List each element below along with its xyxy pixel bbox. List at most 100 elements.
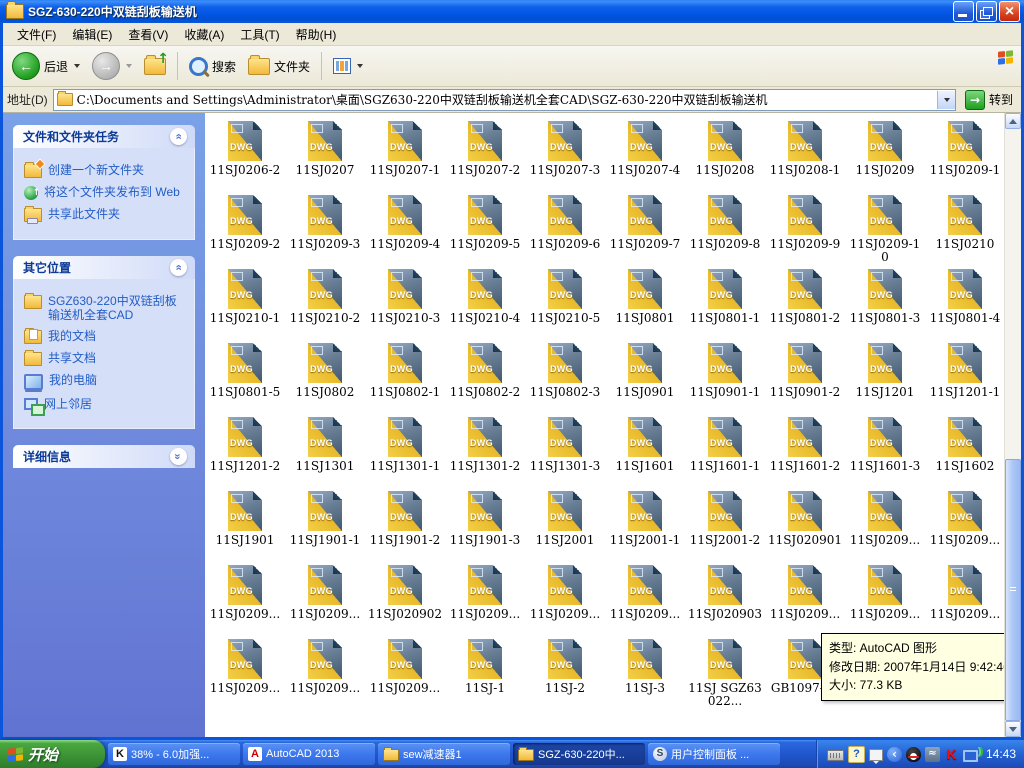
file-item[interactable]: DWG 11SJ0209...	[845, 491, 925, 565]
sidebar-item-new-folder[interactable]: 创建一个新文件夹	[24, 163, 186, 178]
file-item[interactable]: DWG 11SJ0209-8	[685, 195, 765, 269]
address-path[interactable]: C:\Documents and Settings\Administrator\…	[77, 91, 933, 108]
file-list-area[interactable]: DWG 11SJ0206-2 DWG 11SJ0207	[205, 113, 1004, 737]
file-item[interactable]: DWG 11SJ0802-2	[445, 343, 525, 417]
file-item[interactable]: DWG 11SJ0209...	[845, 565, 925, 639]
file-item[interactable]: DWG 11SJ0801-3	[845, 269, 925, 343]
file-item[interactable]: DWG 11SJ SGZ63022...	[685, 639, 765, 713]
expand-button[interactable]: «	[170, 448, 187, 465]
help-icon[interactable]	[848, 746, 865, 763]
kaspersky-icon[interactable]	[944, 747, 959, 762]
panel-file-tasks-header[interactable]: 文件和文件夹任务 «	[13, 125, 195, 148]
sidebar-item-shared-documents[interactable]: 共享文档	[24, 351, 186, 366]
file-item[interactable]: DWG 11SJ1901-2	[365, 491, 445, 565]
file-item[interactable]: DWG 11SJ0208-1	[765, 121, 845, 195]
file-item[interactable]: DWG 11SJ2001-1	[605, 491, 685, 565]
file-item[interactable]: DWG 11SJ0802	[285, 343, 365, 417]
file-item[interactable]: DWG 11SJ0209-7	[605, 195, 685, 269]
sidebar-item-my-documents[interactable]: 我的文档	[24, 329, 186, 344]
file-item[interactable]: DWG 11SJ0801-2	[765, 269, 845, 343]
taskbar-task[interactable]: 38% - 6.0加强...	[108, 743, 240, 765]
file-item[interactable]: DWG 11SJ0209...	[285, 639, 365, 713]
file-item[interactable]: DWG 11SJ0209...	[205, 639, 285, 713]
sidebar-link[interactable]: 我的文档	[48, 329, 96, 343]
file-item[interactable]: DWG 11SJ0209-10	[845, 195, 925, 269]
file-item[interactable]: DWG 11SJ1601-3	[845, 417, 925, 491]
file-item[interactable]: DWG 11SJ0207-2	[445, 121, 525, 195]
file-item[interactable]: DWG 11SJ1601-1	[685, 417, 765, 491]
sidebar-link[interactable]: 将这个文件夹发布到 Web	[44, 185, 180, 199]
menu-item[interactable]: 工具(T)	[232, 23, 287, 46]
menu-item[interactable]: 帮助(H)	[288, 23, 345, 46]
file-item[interactable]: DWG 11SJ1301	[285, 417, 365, 491]
file-item[interactable]: DWG 11SJ0209-9	[765, 195, 845, 269]
sidebar-link[interactable]: 网上邻居	[44, 397, 92, 411]
file-item[interactable]: DWG 11SJ0901-1	[685, 343, 765, 417]
network-icon[interactable]	[963, 750, 978, 762]
close-button[interactable]	[999, 1, 1020, 22]
file-item[interactable]: DWG 11SJ0208	[685, 121, 765, 195]
address-dropdown-button[interactable]	[937, 91, 955, 109]
file-item[interactable]: DWG 11SJ0802-1	[365, 343, 445, 417]
file-item[interactable]: DWG 11SJ1201-2	[205, 417, 285, 491]
file-item[interactable]: DWG 11SJ-3	[605, 639, 685, 713]
file-item[interactable]: DWG 11SJ020903	[685, 565, 765, 639]
address-combo[interactable]: C:\Documents and Settings\Administrator\…	[53, 89, 956, 111]
file-item[interactable]: DWG 11SJ0801-1	[685, 269, 765, 343]
sidebar-item-network-places[interactable]: 网上邻居	[24, 397, 186, 411]
collapse-button[interactable]: «	[170, 259, 187, 276]
menu-item[interactable]: 查看(V)	[120, 23, 176, 46]
language-bar-icon[interactable]	[869, 749, 883, 761]
scroll-up-button[interactable]	[1005, 113, 1021, 129]
up-button[interactable]: ↑	[139, 55, 171, 78]
menu-item[interactable]: 文件(F)	[9, 23, 64, 46]
file-item[interactable]: DWG 11SJ0209...	[765, 565, 845, 639]
file-item[interactable]: DWG 11SJ020901	[765, 491, 845, 565]
menu-item[interactable]: 编辑(E)	[64, 23, 120, 46]
file-item[interactable]: DWG 11SJ0209...	[525, 565, 605, 639]
file-item[interactable]: DWG 11SJ0209	[845, 121, 925, 195]
views-dropdown-icon[interactable]	[357, 64, 363, 68]
hide-icons-chevron[interactable]	[887, 747, 902, 762]
file-item[interactable]: DWG 11SJ0210	[925, 195, 1004, 269]
sidebar-link[interactable]: 共享文档	[48, 351, 96, 365]
window-titlebar[interactable]: SGZ-630-220中双链刮板输送机	[0, 0, 1024, 23]
start-button[interactable]: 开始	[0, 740, 105, 768]
file-item[interactable]: DWG 11SJ0206-2	[205, 121, 285, 195]
file-item[interactable]: DWG 11SJ2001	[525, 491, 605, 565]
file-item[interactable]: DWG 11SJ1901	[205, 491, 285, 565]
file-item[interactable]: DWG 11SJ0210-3	[365, 269, 445, 343]
file-item[interactable]: DWG 11SJ0801-5	[205, 343, 285, 417]
file-item[interactable]: DWG 11SJ0209-6	[525, 195, 605, 269]
minimize-button[interactable]	[953, 1, 974, 22]
menu-item[interactable]: 收藏(A)	[176, 23, 232, 46]
file-item[interactable]: DWG 11SJ0901	[605, 343, 685, 417]
file-item[interactable]: DWG 11SJ020902	[365, 565, 445, 639]
taskbar-task[interactable]: AutoCAD 2013	[243, 743, 375, 765]
file-item[interactable]: DWG 11SJ0209-2	[205, 195, 285, 269]
ime-icon[interactable]	[925, 747, 940, 762]
file-item[interactable]: DWG 11SJ0209...	[285, 565, 365, 639]
file-item[interactable]: DWG 11SJ0802-3	[525, 343, 605, 417]
go-button[interactable]: → 转到	[961, 89, 1017, 111]
file-item[interactable]: DWG 11SJ0209...	[445, 565, 525, 639]
forward-dropdown-icon[interactable]	[126, 64, 132, 68]
scrollbar-track[interactable]	[1005, 129, 1021, 721]
taskbar-task[interactable]: sew减速器1	[378, 743, 510, 765]
search-button[interactable]: 搜索	[184, 54, 241, 79]
sidebar-link[interactable]: 创建一个新文件夹	[48, 163, 144, 177]
file-item[interactable]: DWG 11SJ0209...	[205, 565, 285, 639]
file-item[interactable]: DWG 11SJ0207-3	[525, 121, 605, 195]
file-item[interactable]: DWG 11SJ1901-1	[285, 491, 365, 565]
file-item[interactable]: DWG 11SJ0209-5	[445, 195, 525, 269]
sidebar-item-publish-web[interactable]: 将这个文件夹发布到 Web	[24, 185, 186, 200]
scrollbar-thumb[interactable]	[1005, 459, 1021, 721]
file-item[interactable]: DWG 11SJ1201-1	[925, 343, 1004, 417]
file-item[interactable]: DWG 11SJ0209-3	[285, 195, 365, 269]
panel-details-header[interactable]: 详细信息 «	[13, 445, 195, 468]
vertical-scrollbar[interactable]	[1004, 113, 1021, 737]
tray-clock[interactable]: 14:43	[986, 747, 1016, 761]
file-item[interactable]: DWG 11SJ0207-1	[365, 121, 445, 195]
views-button[interactable]	[328, 55, 368, 77]
back-button[interactable]: ← 后退	[7, 49, 85, 83]
